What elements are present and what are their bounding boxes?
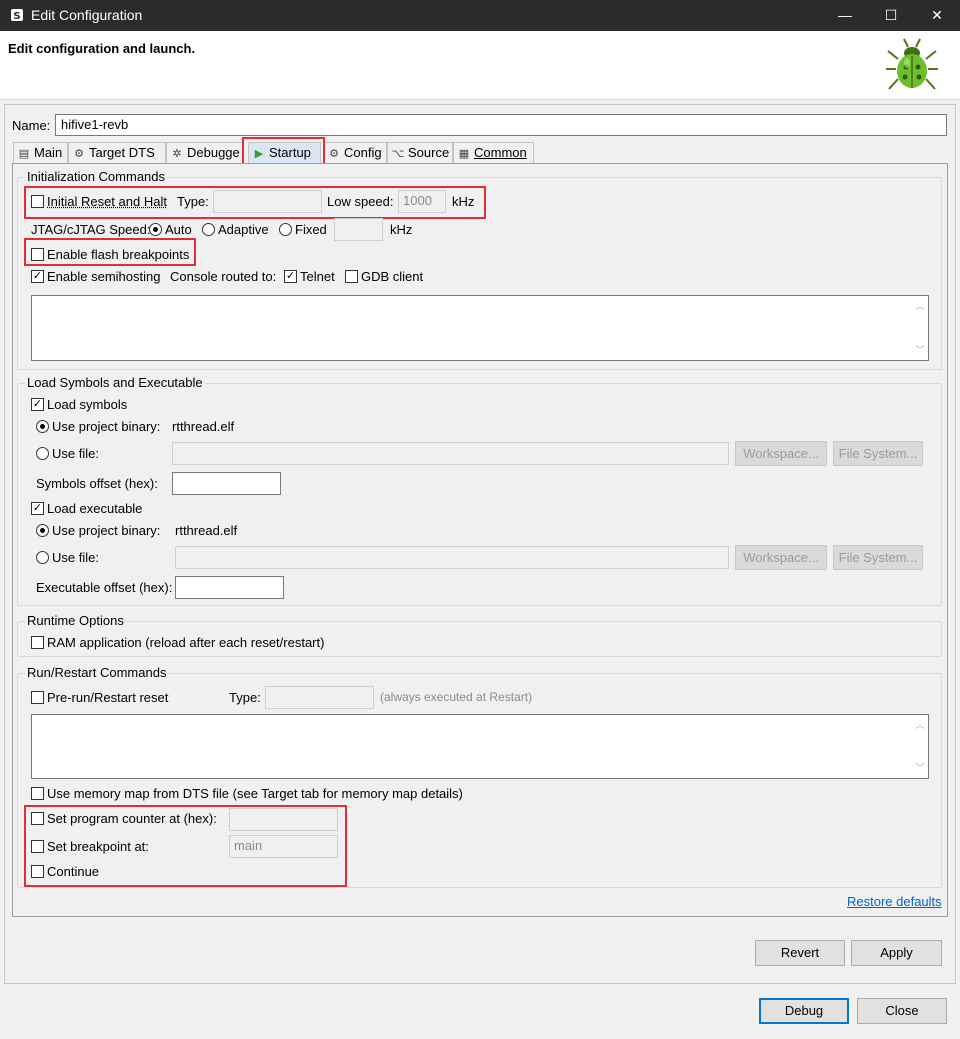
- minimize-button[interactable]: —: [822, 0, 868, 31]
- tab-label: Common: [474, 145, 527, 160]
- use-file-label: Use file:: [52, 550, 99, 565]
- symbols-offset-field[interactable]: [172, 472, 281, 495]
- tab-main[interactable]: ▤ Main: [13, 142, 68, 163]
- exec-workspace-button[interactable]: Workspace...: [735, 545, 827, 570]
- group-title: Initialization Commands: [25, 169, 168, 184]
- symbols-use-file-radio[interactable]: [36, 447, 49, 460]
- group-title: Run/Restart Commands: [25, 665, 169, 680]
- load-symbols-label: Load symbols: [47, 397, 128, 412]
- load-symbols-checkbox[interactable]: ✓: [31, 398, 44, 411]
- always-executed-label: (always executed at Restart): [380, 690, 533, 704]
- ram-application-checkbox[interactable]: [31, 636, 44, 649]
- type-label: Type:: [229, 690, 261, 705]
- fixed-speed-field[interactable]: [334, 218, 383, 241]
- highlight-box: [24, 238, 196, 266]
- tab-label: Config: [344, 145, 382, 160]
- tab-common[interactable]: ▦ Common: [453, 142, 534, 163]
- console-routed-label: Console routed to:: [170, 269, 277, 284]
- tab-label: Target DTS: [89, 145, 155, 160]
- revert-button[interactable]: Revert: [755, 940, 845, 966]
- exec-offset-label: Executable offset (hex):: [36, 580, 173, 595]
- use-project-binary-label: Use project binary:: [52, 419, 161, 434]
- scroll-up-icon[interactable]: ︿: [915, 301, 925, 311]
- load-executable-checkbox[interactable]: ✓: [31, 502, 44, 515]
- init-commands-textarea[interactable]: ︿ ﹀: [31, 295, 929, 361]
- main-tab-icon: ▤: [18, 148, 30, 160]
- group-title: Runtime Options: [25, 613, 126, 628]
- window-title: Edit Configuration: [31, 7, 143, 23]
- use-project-binary-label: Use project binary:: [52, 523, 161, 538]
- auto-label: Auto: [165, 222, 192, 237]
- gear-icon: ⚙: [74, 148, 84, 160]
- close-window-button[interactable]: ✕: [914, 0, 960, 31]
- name-label: Name:: [12, 118, 51, 133]
- debug-button[interactable]: Debug: [759, 998, 849, 1024]
- tab-debugger[interactable]: ✲ Debugge: [166, 142, 244, 163]
- tab-source[interactable]: ⌥ Source: [387, 142, 453, 163]
- tab-target-dts[interactable]: ⚙ Target DTS: [68, 142, 166, 163]
- symbols-file-field[interactable]: [172, 442, 729, 465]
- scroll-up-icon[interactable]: ︿: [915, 720, 925, 730]
- apply-button[interactable]: Apply: [851, 940, 942, 966]
- exec-use-project-binary-radio[interactable]: [36, 524, 49, 537]
- fixed-radio[interactable]: [279, 223, 292, 236]
- dialog-header: Edit configuration and launch.: [0, 31, 960, 100]
- prerun-type-field[interactable]: [265, 686, 374, 709]
- maximize-button[interactable]: ☐: [868, 0, 914, 31]
- fixed-label: Fixed: [295, 222, 327, 237]
- ram-application-label: RAM application (reload after each reset…: [47, 635, 325, 650]
- symbols-offset-label: Symbols offset (hex):: [36, 476, 158, 491]
- close-button[interactable]: Close: [857, 998, 947, 1024]
- prerun-reset-checkbox[interactable]: [31, 691, 44, 704]
- semihosting-label: Enable semihosting: [47, 269, 161, 284]
- highlight-box: [24, 186, 486, 219]
- title-bar: S Edit Configuration — ☐ ✕: [0, 0, 960, 31]
- memory-map-label: Use memory map from DTS file (see Target…: [47, 786, 463, 801]
- exec-file-field[interactable]: [175, 546, 729, 569]
- load-symbols-group: [17, 383, 942, 606]
- load-executable-label: Load executable: [47, 501, 143, 516]
- bug-icon: [886, 38, 938, 90]
- auto-radio[interactable]: [149, 223, 162, 236]
- run-commands-textarea[interactable]: ︿ ﹀: [31, 714, 929, 779]
- gdb-client-checkbox[interactable]: [345, 270, 358, 283]
- exec-use-file-radio[interactable]: [36, 551, 49, 564]
- symbols-filesystem-button[interactable]: File System...: [833, 441, 923, 466]
- tab-config[interactable]: ⚙ Config: [323, 142, 387, 163]
- source-icon: ⌥: [391, 148, 405, 160]
- eclipse-app-icon: S: [11, 9, 23, 22]
- symbols-workspace-button[interactable]: Workspace...: [735, 441, 827, 466]
- svg-text:S: S: [13, 11, 20, 22]
- telnet-label: Telnet: [300, 269, 335, 284]
- exec-filesystem-button[interactable]: File System...: [833, 545, 923, 570]
- restore-defaults-link[interactable]: Restore defaults: [847, 894, 942, 909]
- scroll-down-icon[interactable]: ﹀: [915, 345, 925, 355]
- prerun-reset-label: Pre-run/Restart reset: [47, 690, 169, 705]
- bug-icon: ✲: [172, 148, 182, 160]
- highlight-box: [24, 805, 347, 887]
- telnet-checkbox[interactable]: ✓: [284, 270, 297, 283]
- exec-binary-value: rtthread.elf: [175, 523, 238, 538]
- tab-label: Source: [408, 145, 450, 160]
- symbols-binary-value: rtthread.elf: [172, 419, 235, 434]
- tab-label: Debugge: [187, 145, 240, 160]
- memory-map-checkbox[interactable]: [31, 787, 44, 800]
- common-icon: ▦: [458, 148, 470, 160]
- gdb-client-label: GDB client: [361, 269, 424, 284]
- semihosting-checkbox[interactable]: ✓: [31, 270, 44, 283]
- use-file-label: Use file:: [52, 446, 99, 461]
- adaptive-label: Adaptive: [218, 222, 269, 237]
- khz-label: kHz: [390, 222, 413, 237]
- jtag-speed-label: JTAG/cJTAG Speed:: [31, 222, 151, 237]
- symbols-use-project-binary-radio[interactable]: [36, 420, 49, 433]
- name-input[interactable]: hifive1-revb: [55, 114, 947, 136]
- exec-offset-field[interactable]: [175, 576, 284, 599]
- header-title: Edit configuration and launch.: [8, 41, 196, 56]
- tab-label: Main: [34, 145, 63, 160]
- group-title: Load Symbols and Executable: [25, 375, 205, 390]
- adaptive-radio[interactable]: [202, 223, 215, 236]
- gear-icon: ⚙: [329, 148, 339, 160]
- scroll-down-icon[interactable]: ﹀: [915, 763, 925, 773]
